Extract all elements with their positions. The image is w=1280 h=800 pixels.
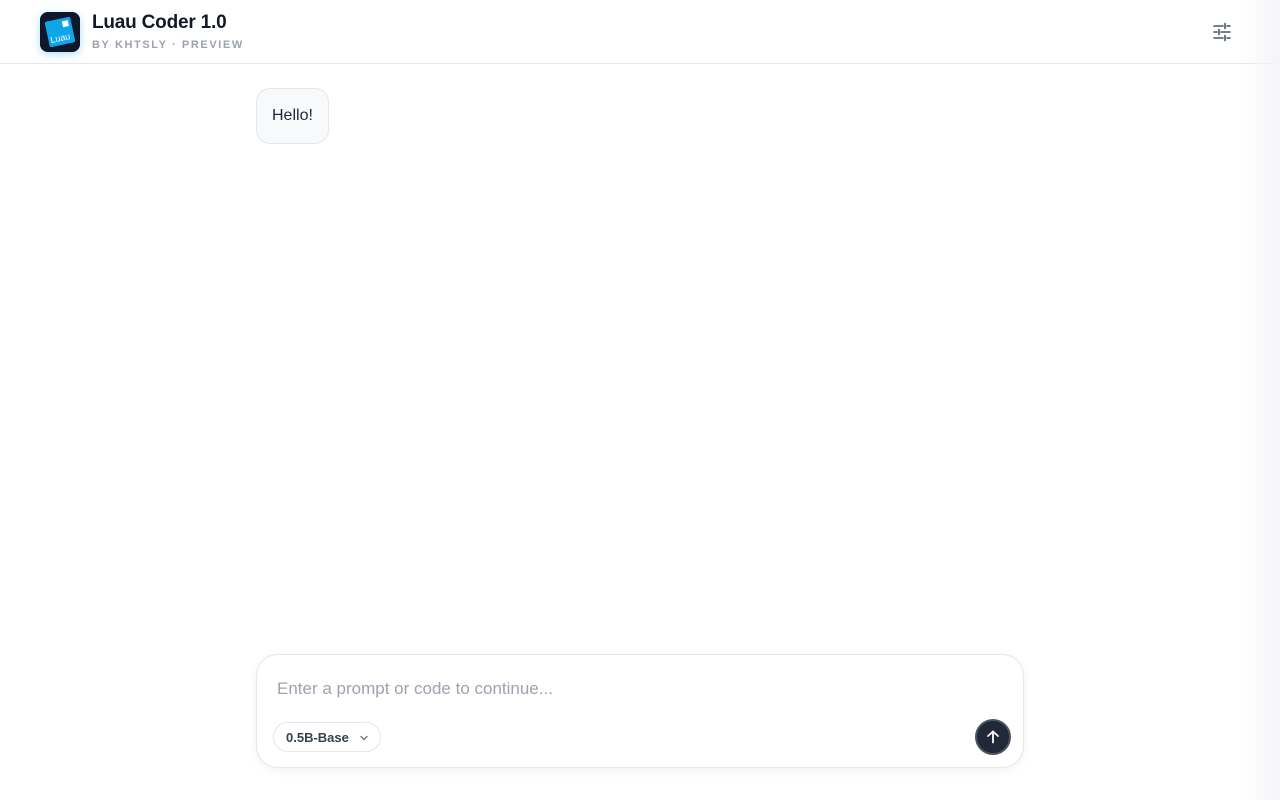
right-edge-fade (1240, 0, 1280, 800)
prompt-composer: 0.5B-Base (256, 654, 1024, 768)
luau-logo-icon: Luau (40, 12, 80, 52)
model-select-label: 0.5B-Base (286, 729, 349, 745)
arrow-up-icon (987, 730, 999, 744)
chevron-down-icon (360, 735, 368, 741)
app-subtitle: BY KHTSLY · PREVIEW (92, 39, 244, 51)
send-button[interactable] (975, 719, 1011, 755)
top-bar: Luau Luau Coder 1.0 BY KHTSLY · PREVIEW (0, 0, 1280, 64)
user-message-text: Hello! (272, 107, 313, 124)
user-message-bubble: Hello! (256, 88, 329, 144)
app-root: Luau Luau Coder 1.0 BY KHTSLY · PREVIEW (0, 0, 1280, 800)
prompt-input[interactable] (277, 675, 997, 703)
app-title: Luau Coder 1.0 (92, 12, 227, 33)
sliders-icon (1213, 22, 1231, 42)
settings-button[interactable] (1208, 18, 1236, 46)
model-select[interactable]: 0.5B-Base (273, 722, 381, 752)
